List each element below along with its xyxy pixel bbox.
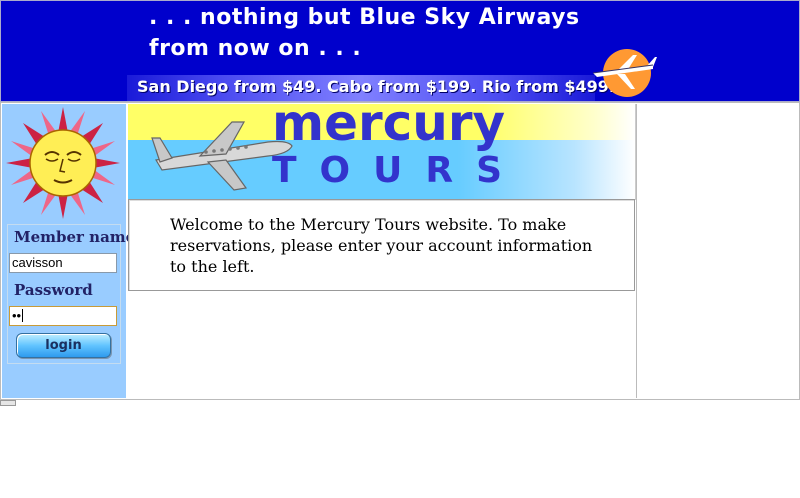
banner-subheadline: from now on . . .: [149, 36, 362, 61]
airplane-sun-logo-icon: [592, 49, 657, 97]
banner-headline: . . . nothing but Blue Sky Airways: [149, 5, 580, 30]
member-name-label: Member name: [14, 228, 136, 246]
horizontal-scrollbar[interactable]: [0, 400, 16, 406]
sun-face-icon: [6, 107, 120, 219]
tours-wordmark: TOURS: [272, 150, 526, 191]
password-label: Password: [14, 281, 93, 299]
mercury-tours-logo: mercury TOURS: [128, 104, 636, 200]
mercury-wordmark: mercury: [272, 104, 506, 152]
login-button[interactable]: login: [16, 333, 111, 358]
airways-banner[interactable]: . . . nothing but Blue Sky Airways from …: [0, 0, 800, 102]
member-name-input[interactable]: cavisson: [9, 253, 117, 273]
content-divider: [636, 104, 637, 398]
text-caret: [22, 309, 24, 322]
welcome-message: Welcome to the Mercury Tours website. To…: [170, 215, 593, 276]
password-value: ••: [12, 308, 22, 323]
banner-deals-text: San Diego from $49. Cabo from $199. Rio …: [137, 77, 615, 96]
password-input[interactable]: ••: [9, 306, 117, 326]
